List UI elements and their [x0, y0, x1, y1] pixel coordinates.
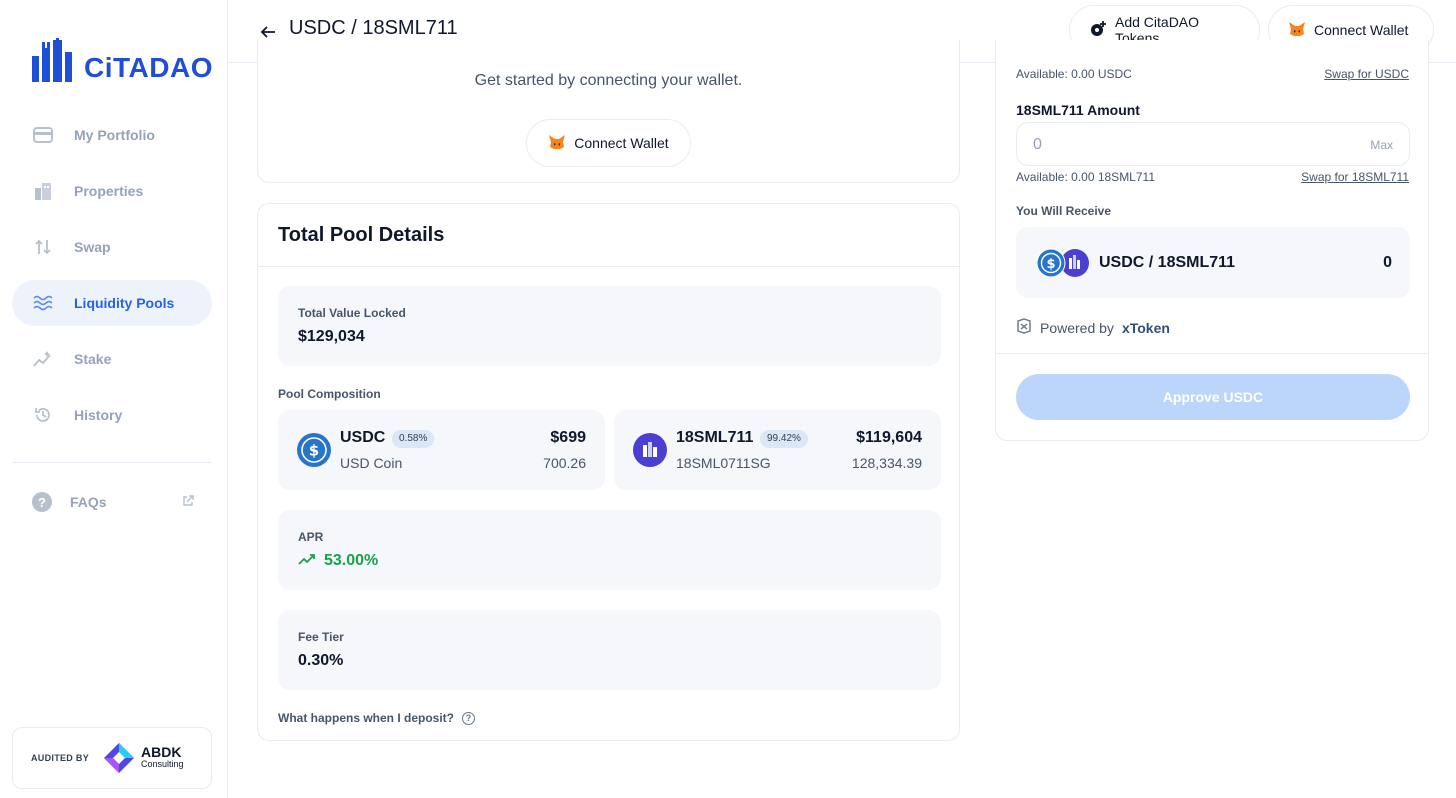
sidebar-item-stake[interactable]: Stake	[12, 336, 212, 382]
abdk-logo: ABDK Consulting	[103, 742, 184, 774]
token-symbol: USDC	[340, 429, 386, 446]
history-icon	[32, 404, 54, 426]
abdk-name: ABDK	[141, 744, 182, 760]
metamask-fox-icon	[1288, 21, 1306, 40]
token-share-badge: 0.58%	[392, 430, 435, 448]
receive-pair: USDC / 18SML711	[1099, 254, 1236, 271]
token-name: USD Coin	[340, 455, 403, 471]
token-amount: 700.26	[543, 455, 586, 471]
token-amount-label: 18SML711 Amount	[1016, 102, 1140, 118]
swap-for-token-link[interactable]: Swap for 18SML711	[1301, 170, 1409, 184]
connect-wallet-label: Connect Wallet	[1314, 22, 1409, 38]
external-link-icon	[182, 494, 194, 510]
pair-token-icons: $	[1036, 248, 1089, 278]
usdc-available: Available: 0.00 USDC	[1016, 67, 1132, 81]
pool-composition-label: Pool Composition	[278, 387, 381, 401]
sidebar-item-properties[interactable]: Properties	[12, 168, 212, 214]
sidebar-item-label: Swap	[74, 239, 111, 255]
castle-logo-icon	[32, 38, 72, 82]
sidebar-item-label: My Portfolio	[74, 127, 155, 143]
get-started-message: Get started by connecting your wallet.	[474, 72, 743, 89]
token-share-badge: 99.42%	[760, 430, 808, 448]
abdk-sub: Consulting	[141, 759, 184, 769]
apr-label: APR	[298, 530, 324, 544]
receive-amount: 0	[1383, 254, 1392, 271]
deposit-question: What happens when I deposit?	[278, 711, 455, 725]
sidebar-item-swap[interactable]: Swap	[12, 224, 212, 270]
question-icon: ?	[32, 492, 52, 512]
metamask-fox-icon	[548, 134, 566, 153]
pool-details-title: Total Pool Details	[278, 224, 445, 246]
tvl-label: Total Value Locked	[298, 306, 406, 320]
sidebar-item-faqs[interactable]: ? FAQs	[32, 492, 194, 512]
sidebar-nav: My Portfolio Properties Swap Liquidity P…	[12, 112, 212, 448]
sidebar-item-my-portfolio[interactable]: My Portfolio	[12, 112, 212, 158]
connect-wallet-card: Get started by connecting your wallet. C…	[257, 40, 960, 183]
swap-arrows-icon	[32, 236, 54, 258]
brand-name: CiTADAO	[84, 52, 213, 83]
connect-wallet-button[interactable]: Connect Wallet	[526, 119, 691, 167]
token-amount: 128,334.39	[851, 455, 922, 471]
max-button[interactable]: Max	[1370, 138, 1393, 152]
sparkle-chart-icon	[32, 348, 54, 370]
token-amount-input[interactable]: 0 Max	[1016, 122, 1410, 166]
token-usd-value: $699	[550, 429, 586, 446]
pool-details-card: Total Pool Details Total Value Locked $1…	[257, 203, 960, 741]
usdc-coin-icon: $	[297, 433, 331, 467]
connect-wallet-label: Connect Wallet	[574, 135, 669, 151]
abdk-diamond-icon	[104, 743, 135, 773]
token-available: Available: 0.00 18SML711	[1016, 170, 1155, 184]
powered-prefix: Powered by	[1040, 319, 1114, 336]
token-name: 18SML0711SG	[676, 455, 771, 471]
page-title: USDC / 18SML711	[289, 17, 458, 39]
approve-usdc-button[interactable]: Approve USDC	[1016, 374, 1410, 420]
sidebar-item-history[interactable]: History	[12, 392, 212, 438]
help-icon: ?	[462, 711, 476, 725]
trending-up-icon	[298, 552, 316, 570]
citadao-logo[interactable]: CiTADAO	[30, 38, 213, 82]
tvl-value: $129,034	[298, 328, 365, 345]
sidebar-item-label: Stake	[74, 351, 112, 367]
audit-badge[interactable]: AUDITED BY ABDK Consulting	[12, 727, 212, 789]
apr-box: APR 53.00%	[278, 510, 941, 590]
token-card-18sml711: 18SML711 99.42% 18SML0711SG $119,604 128…	[614, 410, 941, 490]
token-symbol: 18SML711	[676, 429, 754, 446]
add-token-icon	[1089, 20, 1107, 41]
svg-text:$: $	[309, 442, 319, 460]
sidebar-item-label: History	[74, 407, 123, 423]
wallet-icon	[32, 124, 54, 146]
audited-by-label: AUDITED BY	[31, 753, 90, 763]
receive-box: $ USDC / 18SML711 0	[1016, 227, 1410, 298]
waves-icon	[32, 292, 54, 314]
fee-tier-box: Fee Tier 0.30%	[278, 610, 941, 690]
sidebar-item-label: Properties	[74, 183, 144, 199]
fee-tier-value: 0.30%	[298, 652, 344, 669]
apr-value: 53.00%	[324, 552, 379, 569]
deposit-panel: Available: 0.00 USDC Swap for USDC 18SML…	[995, 40, 1429, 441]
receive-label: You Will Receive	[1016, 204, 1112, 218]
buildings-icon	[32, 180, 54, 202]
swap-for-usdc-link[interactable]: Swap for USDC	[1324, 67, 1409, 81]
sidebar-item-label: Liquidity Pools	[74, 295, 175, 311]
property-token-icon	[633, 433, 667, 467]
token-card-usdc: $ USDC 0.58% USD Coin $699 700.26	[278, 410, 605, 490]
sidebar-item-liquidity-pools[interactable]: Liquidity Pools	[12, 280, 212, 326]
sidebar: CiTADAO My Portfolio Properties Swap Liq…	[0, 0, 228, 798]
apr-value-row: 53.00%	[298, 552, 921, 570]
svg-text:$: $	[1046, 257, 1055, 272]
sidebar-item-label: FAQs	[70, 494, 107, 510]
panel-divider	[996, 353, 1428, 354]
pool-divider	[258, 266, 959, 267]
deposit-info-link[interactable]: What happens when I deposit? ?	[278, 711, 476, 725]
tvl-box: Total Value Locked $129,034	[278, 286, 941, 366]
xtoken-icon	[1016, 318, 1032, 337]
sidebar-divider	[12, 462, 212, 463]
token-amount-value: 0	[1033, 136, 1042, 153]
powered-brand: xToken	[1121, 319, 1170, 336]
fee-tier-label: Fee Tier	[298, 630, 344, 644]
token-usd-value: $119,604	[856, 429, 922, 446]
powered-by: Powered by xToken	[1016, 318, 1170, 337]
